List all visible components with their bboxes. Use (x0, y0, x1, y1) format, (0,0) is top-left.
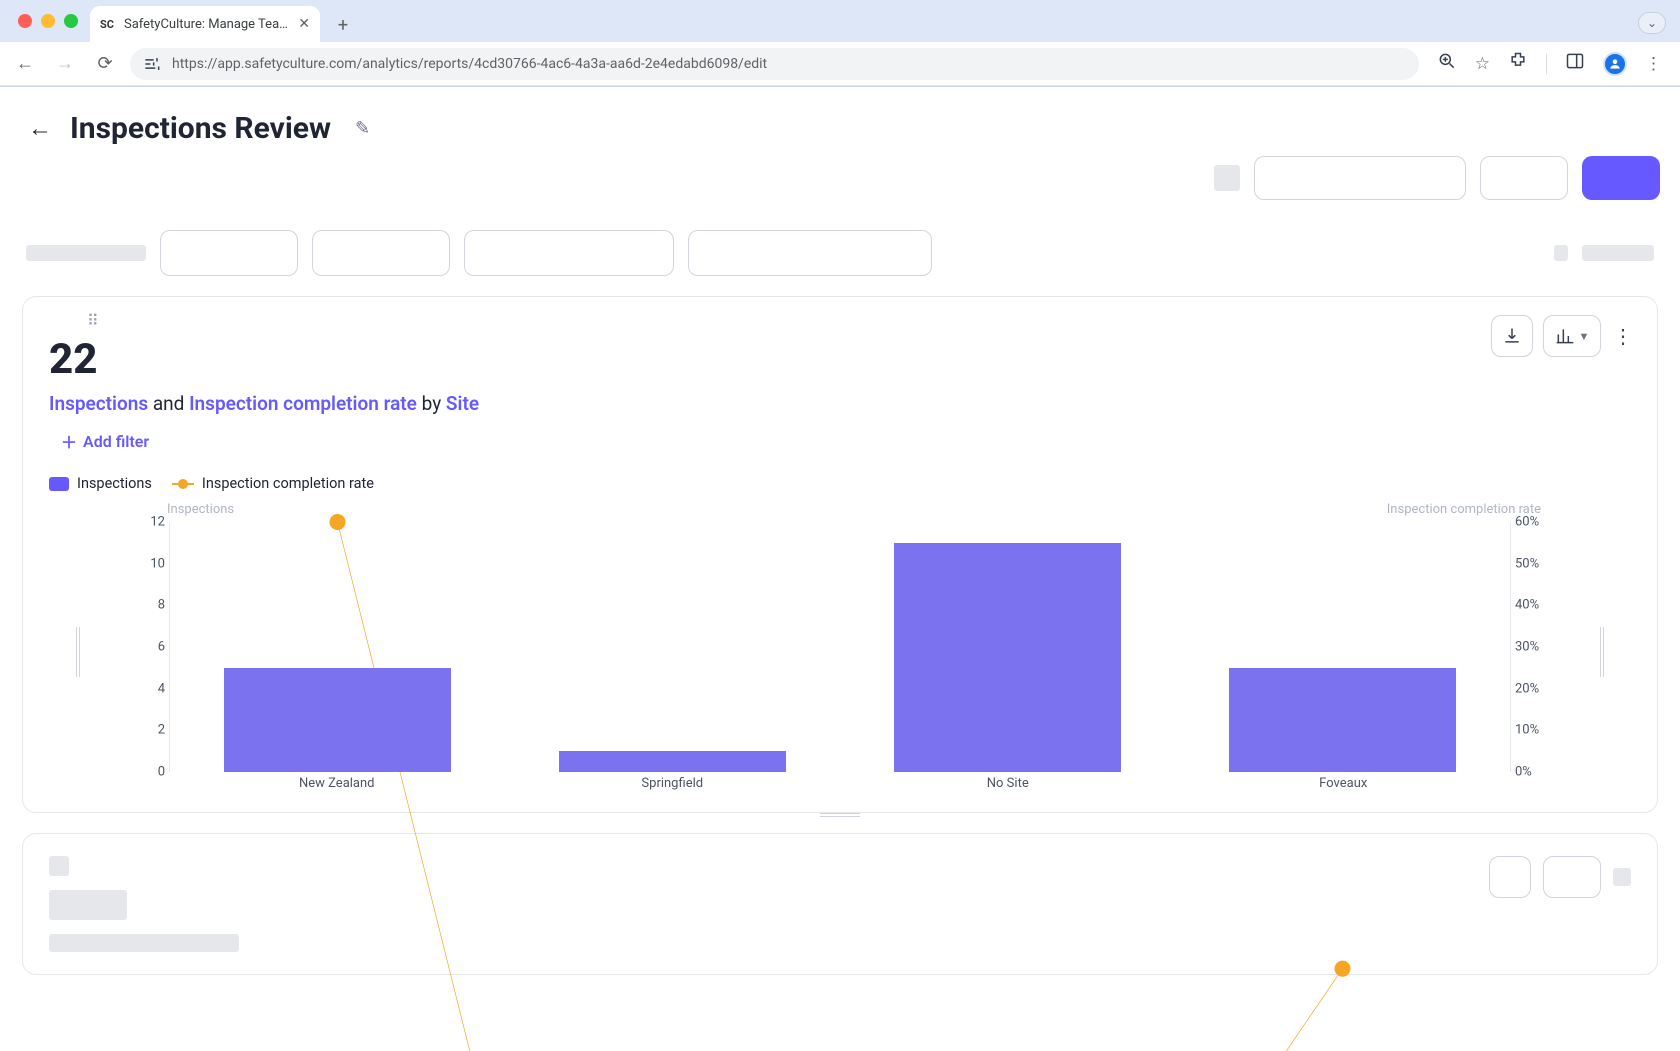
skeleton-placeholder (49, 856, 69, 876)
plus-icon: ＋ (61, 429, 77, 453)
action-button-outline-1[interactable] (1254, 156, 1466, 200)
metric-link-inspections[interactable]: Inspections (49, 392, 148, 415)
metric-description: Inspections and Inspection completion ra… (49, 392, 1631, 415)
reload-button[interactable]: ⟳ (90, 49, 120, 79)
filter-pill[interactable] (312, 230, 450, 276)
filter-pill[interactable] (688, 230, 932, 276)
y-right-tick: 60% (1515, 515, 1565, 530)
skeleton-placeholder (49, 890, 127, 920)
forward-button[interactable]: → (50, 49, 80, 79)
y-left-tick: 10 (115, 556, 165, 571)
y-left-tick: 6 (115, 640, 165, 655)
tab-title: SafetyCulture: Manage Teams and... (124, 17, 290, 32)
line-point[interactable] (329, 514, 345, 530)
bar-chart-icon (1555, 326, 1575, 346)
separator (1546, 54, 1547, 74)
primary-action-button[interactable] (1582, 156, 1660, 200)
y-left-tick: 2 (115, 723, 165, 738)
skeleton-placeholder (1613, 868, 1631, 886)
resize-grip-right[interactable] (1599, 627, 1605, 677)
y-axis-right-labels: 0%10%20%30%40%50%60% (1515, 522, 1565, 772)
chrome-menu-icon[interactable]: ⋮ (1645, 54, 1662, 74)
bookmark-star-icon[interactable]: ☆ (1475, 54, 1490, 74)
drag-handle-icon[interactable]: ⠿ (87, 317, 101, 325)
minimize-window-button[interactable] (41, 14, 55, 28)
chevron-down-icon: ▼ (1579, 330, 1590, 343)
metric-link-completion-rate[interactable]: Inspection completion rate (189, 392, 417, 415)
y-left-tick: 0 (115, 765, 165, 780)
side-panel-icon[interactable] (1565, 51, 1585, 76)
filter-pill[interactable] (464, 230, 674, 276)
y-right-tick: 10% (1515, 723, 1565, 738)
skeleton-placeholder (26, 245, 146, 261)
back-button[interactable]: ← (10, 49, 40, 79)
y-left-tick: 12 (115, 515, 165, 530)
metric-link-site[interactable]: Site (446, 392, 479, 415)
line-point[interactable] (1334, 961, 1350, 977)
legend-swatch-line (172, 483, 194, 485)
x-tick-label: Springfield (641, 776, 703, 791)
chart-bar[interactable] (894, 543, 1122, 772)
x-tick-label: No Site (987, 776, 1029, 791)
download-button[interactable] (1491, 315, 1533, 357)
resize-handle-bottom[interactable] (820, 812, 860, 818)
y-axis-left-title: Inspections (167, 502, 234, 517)
legend-item-bar[interactable]: Inspections (49, 475, 152, 492)
zoom-icon[interactable] (1437, 51, 1457, 76)
edit-title-icon[interactable]: ✎ (355, 118, 370, 139)
x-axis-labels: New Zealand Springfield No Site Foveaux (169, 776, 1511, 796)
page-title: Inspections Review (70, 111, 331, 146)
tune-icon (142, 54, 162, 74)
x-tick-label: New Zealand (299, 776, 375, 791)
card-menu-button[interactable]: ⋮ (1611, 324, 1635, 348)
y-right-tick: 30% (1515, 640, 1565, 655)
site-info-icon[interactable] (142, 54, 162, 74)
chart-bar[interactable] (1229, 668, 1457, 772)
skeleton-placeholder (1554, 245, 1568, 261)
x-tick-label: Foveaux (1319, 776, 1367, 791)
window-controls[interactable] (18, 14, 78, 28)
url-text: https://app.safetyculture.com/analytics/… (172, 56, 1407, 72)
legend-item-line[interactable]: Inspection completion rate (172, 475, 374, 492)
tab-favicon: SC (100, 16, 116, 32)
browser-tab[interactable]: SC SafetyCulture: Manage Teams and... ✕ (90, 6, 320, 42)
chart-bar[interactable] (224, 668, 452, 772)
action-button-outline-2[interactable] (1480, 156, 1568, 200)
legend-label: Inspection completion rate (202, 475, 374, 492)
tab-overflow-button[interactable]: ⌄ (1638, 12, 1666, 34)
close-tab-icon[interactable]: ✕ (298, 16, 310, 32)
skeleton-placeholder (1582, 245, 1654, 261)
add-filter-button[interactable]: ＋ Add filter (49, 429, 1631, 453)
new-tab-button[interactable]: + (328, 10, 358, 40)
y-right-tick: 50% (1515, 556, 1565, 571)
close-window-button[interactable] (18, 14, 32, 28)
chart-area: Inspections Inspection completion rate 0… (49, 502, 1631, 802)
y-axis-left-labels: 024681012 (115, 522, 165, 772)
profile-avatar[interactable] (1603, 52, 1627, 76)
y-right-tick: 40% (1515, 598, 1565, 613)
extensions-icon[interactable] (1508, 51, 1528, 76)
filter-pill[interactable] (160, 230, 298, 276)
chart-type-dropdown[interactable] (1543, 856, 1601, 898)
skeleton-placeholder (1214, 165, 1240, 191)
chart-plot (169, 522, 1511, 772)
y-right-tick: 20% (1515, 681, 1565, 696)
browser-chrome: SC SafetyCulture: Manage Teams and... ✕ … (0, 0, 1680, 87)
address-bar[interactable]: https://app.safetyculture.com/analytics/… (130, 48, 1419, 80)
legend-label: Inspections (77, 475, 152, 492)
chart-legend: Inspections Inspection completion rate (49, 475, 1631, 492)
back-arrow-icon[interactable]: ← (28, 114, 52, 143)
resize-grip-left[interactable] (75, 627, 81, 677)
y-left-tick: 4 (115, 681, 165, 696)
chart-card: ⠿ ▼ ⋮ 22 Inspections and Inspection comp… (22, 296, 1658, 813)
add-filter-label: Add filter (83, 432, 149, 451)
chart-type-dropdown[interactable]: ▼ (1543, 315, 1601, 357)
download-icon (1502, 326, 1522, 346)
metric-value: 22 (49, 335, 1631, 384)
legend-swatch-bar (49, 477, 69, 491)
y-right-tick: 0% (1515, 765, 1565, 780)
y-left-tick: 8 (115, 598, 165, 613)
maximize-window-button[interactable] (64, 14, 78, 28)
chart-bar[interactable] (559, 751, 787, 772)
